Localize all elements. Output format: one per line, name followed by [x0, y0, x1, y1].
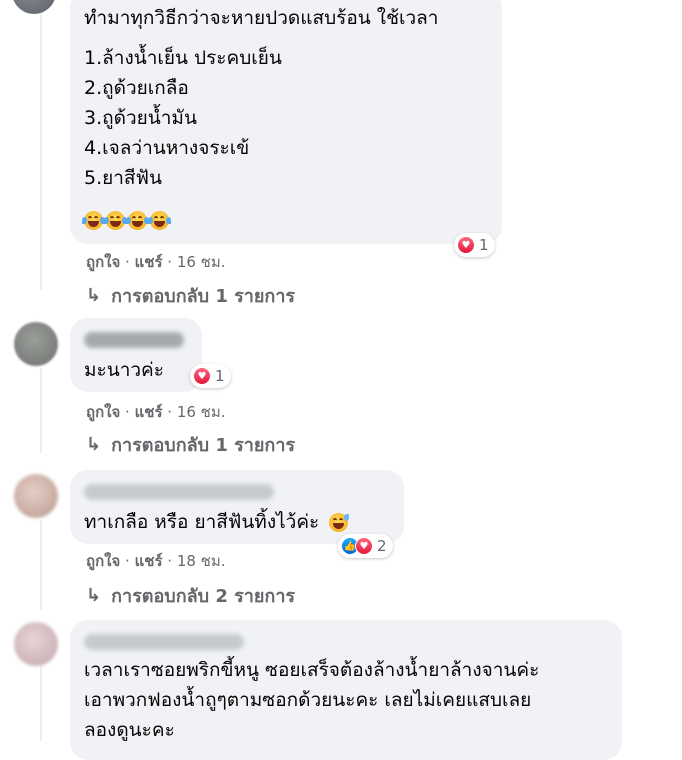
separator: ·	[120, 552, 135, 570]
love-reaction-icon: ♥	[355, 537, 373, 555]
comment-text: 4.เจลว่านหางจระเข้	[84, 137, 250, 159]
comment-text: 3.ถูด้วยน้ำมัน	[84, 107, 197, 129]
comment-text: 2.ถูด้วยเกลือ	[84, 77, 189, 99]
like-link[interactable]: ถูกใจ	[86, 403, 120, 421]
comment-text: ลองดูนะคะ	[84, 719, 175, 741]
commenter-name[interactable]	[84, 332, 184, 348]
separator: ·	[120, 403, 135, 421]
thread-line	[40, 0, 42, 290]
comment-text: เอาพวกฟองน้ำถูๆตามซอกด้วยนะคะ เลยไม่เคยแ…	[84, 689, 532, 711]
comment-actions: ถูกใจ · แชร์ · 16 ชม.	[86, 400, 226, 424]
commenter-name[interactable]	[84, 634, 244, 650]
view-replies-link[interactable]: ↳ การตอบกลับ 1 รายการ	[86, 281, 295, 310]
love-reaction-icon: ♥	[457, 236, 475, 254]
separator: ·	[162, 552, 177, 570]
reaction-summary[interactable]: ♥ 1	[454, 233, 495, 257]
comment-bubble: ทำมาทุกวิธีกว่าจะหายปวดแสบร้อน ใช้เวลา 1…	[70, 0, 502, 244]
share-link[interactable]: แชร์	[135, 253, 163, 271]
share-link[interactable]: แชร์	[135, 403, 163, 421]
replies-label: การตอบกลับ 1 รายการ	[111, 435, 296, 456]
like-link[interactable]: ถูกใจ	[86, 552, 120, 570]
view-replies-link[interactable]: ↳ การตอบกลับ 1 รายการ	[86, 430, 295, 459]
reaction-summary[interactable]: ♥ 1	[190, 364, 231, 388]
separator: ·	[162, 253, 177, 271]
comment-text: เวลาเราซอยพริกขี้หนู ซอยเสร็จต้องล้างน้ำ…	[84, 659, 540, 681]
comment-bubble: เวลาเราซอยพริกขี้หนู ซอยเสร็จต้องล้างน้ำ…	[70, 620, 622, 760]
avatar[interactable]	[14, 622, 58, 666]
reaction-count: 1	[479, 236, 489, 254]
share-link[interactable]: แชร์	[135, 552, 163, 570]
reaction-count: 1	[215, 367, 225, 385]
comment-text: 5.ยาสีฟัน	[84, 167, 162, 189]
thread-line	[40, 368, 42, 453]
replies-label: การตอบกลับ 1 รายการ	[111, 286, 296, 307]
separator: ·	[162, 403, 177, 421]
sweat-smile-emoji	[329, 513, 350, 532]
thread-line	[40, 665, 42, 741]
commenter-name[interactable]	[84, 484, 274, 500]
thread-line	[40, 520, 42, 610]
comment-text: มะนาวค่ะ	[84, 359, 164, 381]
emoji-row	[82, 208, 172, 232]
comment-text-content: ทาเกลือ หรือ ยาสีฟันทิ้งไว้ค่ะ	[84, 511, 320, 533]
love-reaction-icon: ♥	[193, 367, 211, 385]
laugh-tears-emoji	[148, 211, 171, 230]
comment-text: ทำมาทุกวิธีกว่าจะหายปวดแสบร้อน ใช้เวลา	[84, 7, 439, 29]
reply-arrow-icon: ↳	[86, 285, 102, 306]
reply-arrow-icon: ↳	[86, 434, 102, 455]
comment-bubble: มะนาวค่ะ	[70, 318, 202, 392]
timestamp[interactable]: 16 ชม.	[177, 253, 226, 271]
timestamp[interactable]: 16 ชม.	[177, 403, 226, 421]
laugh-tears-emoji	[126, 211, 149, 230]
comment-bubble: ทาเกลือ หรือ ยาสีฟันทิ้งไว้ค่ะ	[70, 470, 404, 544]
separator: ·	[120, 253, 135, 271]
avatar[interactable]	[12, 0, 56, 14]
replies-label: การตอบกลับ 2 รายการ	[111, 586, 296, 607]
laugh-tears-emoji	[104, 211, 127, 230]
comment-text: 1.ล้างน้ำเย็น ประคบเย็น	[84, 47, 282, 69]
laugh-tears-emoji	[82, 211, 105, 230]
reply-arrow-icon: ↳	[86, 585, 102, 606]
comment-actions: ถูกใจ · แชร์ · 18 ชม.	[86, 549, 226, 573]
comment-actions: ถูกใจ · แชร์ · 16 ชม.	[86, 250, 226, 274]
reaction-summary[interactable]: 👍 ♥ 2	[338, 534, 393, 558]
timestamp[interactable]: 18 ชม.	[177, 552, 226, 570]
like-link[interactable]: ถูกใจ	[86, 253, 120, 271]
reaction-count: 2	[377, 537, 387, 555]
comment-text: ทาเกลือ หรือ ยาสีฟันทิ้งไว้ค่ะ	[84, 510, 351, 534]
avatar[interactable]	[14, 322, 58, 366]
avatar[interactable]	[14, 474, 58, 518]
view-replies-link[interactable]: ↳ การตอบกลับ 2 รายการ	[86, 581, 295, 610]
